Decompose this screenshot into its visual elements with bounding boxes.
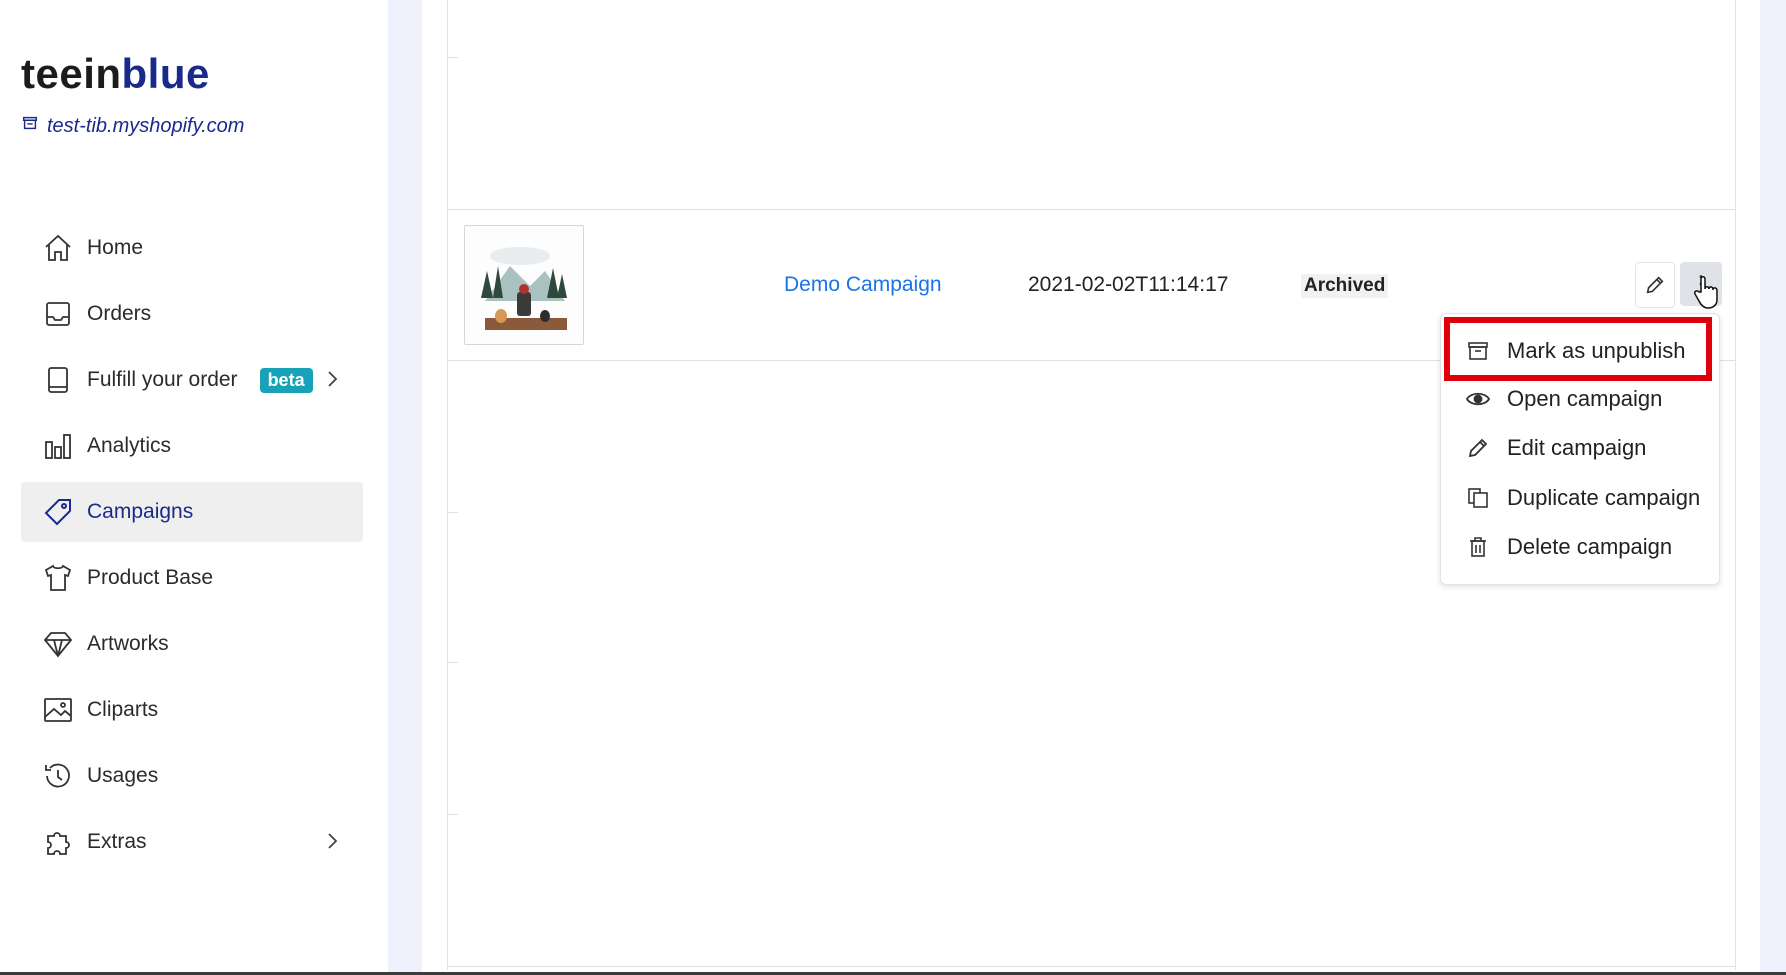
sidebar-item-label: Extras	[87, 830, 147, 853]
menu-item-label: Delete campaign	[1507, 534, 1673, 559]
sidebar-item-label: Fulfill your order	[87, 368, 238, 391]
sidebar-item-label: Analytics	[87, 434, 172, 457]
pencil-icon	[1465, 435, 1491, 461]
puzzle-icon	[41, 825, 75, 859]
home-icon	[41, 231, 75, 265]
row-divider	[448, 814, 458, 815]
book-icon	[41, 363, 75, 397]
highlight-box	[1444, 317, 1712, 381]
menu-item-open-campaign[interactable]: Open campaign	[1441, 377, 1719, 421]
history-icon	[41, 759, 75, 793]
status-badge: Archived	[1301, 274, 1389, 298]
image-icon	[41, 693, 75, 727]
sidebar-nav: Home Orders Fulfill your order beta Anal…	[21, 218, 363, 878]
tshirt-icon	[41, 561, 75, 595]
sidebar-item-label: Product Base	[87, 566, 214, 589]
sidebar-item-fulfill[interactable]: Fulfill your order beta	[21, 350, 363, 410]
menu-item-label: Open campaign	[1507, 386, 1663, 411]
sidebar-item-product-base[interactable]: Product Base	[21, 548, 363, 608]
sidebar-item-label: Cliparts	[87, 698, 159, 721]
campaign-thumbnail[interactable]	[464, 225, 584, 345]
chevron-right-icon	[328, 833, 338, 849]
row-divider	[448, 512, 458, 513]
copy-icon	[1465, 485, 1491, 511]
brand-logo: teeinblue	[21, 50, 210, 98]
sidebar-item-label: Orders	[87, 302, 152, 325]
sidebar-item-label: Artworks	[87, 632, 169, 655]
sidebar-item-label: Usages	[87, 764, 159, 787]
brand-part2: blue	[121, 50, 210, 97]
eye-icon	[1465, 386, 1491, 412]
sidebar-item-orders[interactable]: Orders	[21, 284, 363, 344]
edit-button[interactable]	[1635, 262, 1675, 308]
row-divider	[448, 662, 458, 663]
row-divider	[448, 57, 458, 58]
hand-cursor-icon	[1694, 276, 1718, 309]
sidebar-item-campaigns[interactable]: Campaigns	[21, 482, 363, 542]
campaign-name-link[interactable]: Demo Campaign	[784, 273, 942, 297]
content-gutter	[388, 0, 422, 975]
store-link[interactable]: test-tib.myshopify.com	[21, 114, 244, 138]
diamond-icon	[41, 627, 75, 661]
pencil-icon	[1646, 276, 1664, 294]
menu-item-label: Edit campaign	[1507, 435, 1647, 460]
trash-icon	[1465, 534, 1491, 560]
sidebar-item-cliparts[interactable]: Cliparts	[21, 680, 363, 740]
row-divider	[448, 966, 1735, 967]
beta-badge: beta	[259, 367, 313, 393]
menu-item-duplicate-campaign[interactable]: Duplicate campaign	[1441, 476, 1719, 520]
brand-part1: teein	[21, 50, 122, 97]
sidebar-item-usages[interactable]: Usages	[21, 746, 363, 806]
store-icon	[21, 114, 39, 138]
sidebar-item-label: Campaigns	[87, 500, 194, 523]
sidebar-item-extras[interactable]: Extras	[21, 812, 363, 872]
sidebar-item-label: Home	[87, 236, 144, 259]
campaign-date: 2021-02-02T11:14:17	[1028, 273, 1229, 296]
tag-icon	[41, 495, 75, 529]
sidebar-item-artworks[interactable]: Artworks	[21, 614, 363, 674]
sidebar-item-home[interactable]: Home	[21, 218, 363, 278]
inbox-icon	[41, 297, 75, 331]
menu-item-edit-campaign[interactable]: Edit campaign	[1441, 426, 1719, 470]
sidebar: teeinblue test-tib.myshopify.com Home Or…	[0, 0, 388, 975]
menu-item-delete-campaign[interactable]: Delete campaign	[1441, 525, 1719, 569]
menu-item-label: Duplicate campaign	[1507, 485, 1701, 510]
store-domain: test-tib.myshopify.com	[47, 114, 245, 137]
bar-chart-icon	[41, 429, 75, 463]
chevron-right-icon	[328, 371, 338, 387]
right-gutter	[1760, 0, 1786, 975]
sidebar-item-analytics[interactable]: Analytics	[21, 416, 363, 476]
